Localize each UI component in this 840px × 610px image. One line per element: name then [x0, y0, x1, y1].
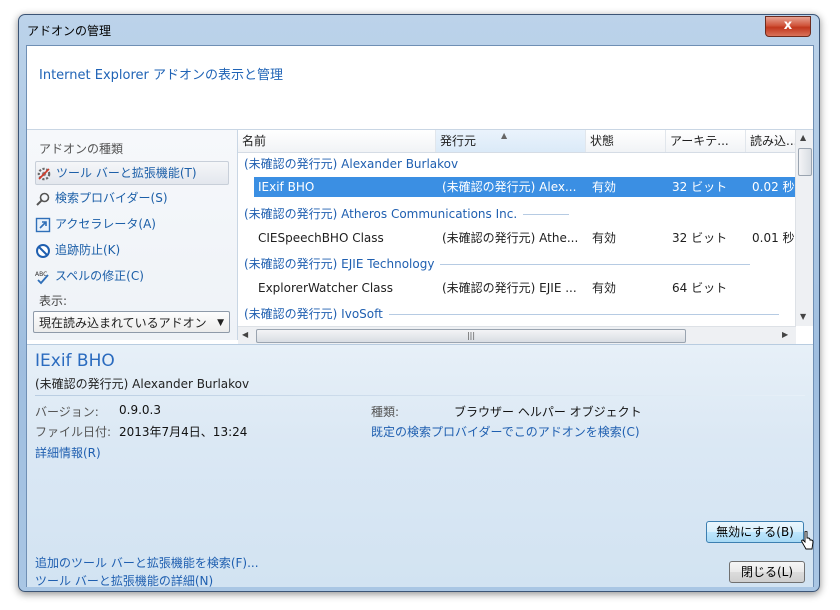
group-header: (未確認の発行元) Alexander Burlakov [244, 155, 784, 173]
cell-publisher: (未確認の発行元) Alex... [442, 180, 577, 194]
horizontal-scroll-thumb[interactable]: ||| [256, 329, 686, 343]
cell-load-time: 0.02 秒 [752, 180, 795, 194]
cell-name: ExplorerWatcher Class [258, 281, 394, 295]
table-row[interactable]: ExplorerWatcher Class (未確認の発行元) EJIE ...… [254, 278, 796, 298]
cell-architecture: 64 ビット [672, 281, 728, 295]
show-filter-value: 現在読み込まれているアドオン [39, 316, 207, 330]
cell-status: 有効 [592, 281, 617, 295]
cell-name: IExif BHO [258, 180, 315, 194]
group-label: (未確認の発行元) IvoSoft [244, 307, 383, 321]
sidebar-item-accelerators[interactable]: アクセラレータ(A) [35, 213, 231, 235]
title-bar: アドオンの管理 x [19, 15, 819, 43]
group-header: (未確認の発行元) Atheros Communications Inc. [244, 205, 570, 223]
show-label: 表示: [39, 294, 68, 308]
disable-button[interactable]: 無効にする(B) [706, 521, 804, 543]
version-value: 0.9.0.3 [119, 403, 161, 417]
cell-publisher: (未確認の発行元) Athe... [442, 231, 579, 245]
sidebar-item-toolbars-extensions[interactable]: ツール バーと拡張機能(T) [35, 161, 229, 185]
table-row[interactable]: IExif BHO (未確認の発行元) Alex... 有効 32 ビット 0.… [254, 177, 796, 197]
group-label: (未確認の発行元) EJIE Technology [244, 257, 435, 271]
scroll-up-icon[interactable]: ▲ [800, 133, 806, 142]
addon-types-heading: アドオンの種類 [39, 142, 124, 156]
addon-publisher: (未確認の発行元) Alexander Burlakov [35, 377, 250, 391]
accelerator-icon [35, 217, 51, 233]
sidebar-item-search-providers[interactable]: 検索プロバイダー(S) [35, 187, 231, 209]
list-rows: (未確認の発行元) Alexander Burlakov IExif BHO (… [238, 154, 796, 324]
sidebar-item-label: アクセラレータ(A) [55, 217, 156, 231]
addon-list: 名前 発行元 ▲ 状態 アーキテ... 読み込... (未確認の発行元) Ale… [238, 130, 813, 344]
cell-publisher: (未確認の発行元) EJIE ... [442, 281, 577, 295]
cell-load-time: 0.01 秒 [752, 231, 795, 245]
find-more-toolbars-link[interactable]: 追加のツール バーと拡張機能を検索(F)... [35, 554, 259, 571]
vertical-scrollbar[interactable]: ▲ ▼ [795, 130, 813, 326]
cell-architecture: 32 ビット [672, 180, 728, 194]
file-date-label: ファイル日付: [35, 425, 112, 439]
addon-name: IExif BHO [35, 351, 115, 371]
close-button[interactable]: 閉じる(L) [729, 561, 805, 583]
column-header-label: 発行元 [440, 134, 477, 148]
column-header-name[interactable]: 名前 [238, 130, 436, 152]
group-label: (未確認の発行元) Alexander Burlakov [244, 157, 459, 171]
type-value: ブラウザー ヘルパー オブジェクト [454, 405, 642, 419]
scroll-right-icon[interactable]: ▶ [782, 330, 788, 339]
file-date-value: 2013年7月4日、13:24 [119, 425, 248, 439]
chevron-down-icon: ▼ [217, 318, 224, 328]
sidebar-item-label: ツール バーと拡張機能(T) [56, 166, 197, 180]
vertical-scroll-thumb[interactable] [798, 148, 812, 176]
column-header-status[interactable]: 状態 [586, 130, 666, 152]
window-title: アドオンの管理 [27, 24, 112, 38]
details-pane: IExif BHO (未確認の発行元) Alexander Burlakov バ… [27, 344, 814, 589]
addon-manager-window: アドオンの管理 x Internet Explorer アドオンの表示と管理 ア… [18, 14, 820, 592]
group-header: (未確認の発行元) EJIE Technology [244, 255, 751, 273]
sidebar-item-tracking-protection[interactable]: 追跡防止(K) [35, 239, 231, 261]
horizontal-scrollbar[interactable]: ◀ ||| ▶ [238, 326, 796, 344]
sidebar-item-spelling[interactable]: ABC スペルの修正(C) [35, 265, 231, 287]
table-row[interactable]: CIESpeechBHO Class (未確認の発行元) Athe... 有効 … [254, 228, 796, 248]
spelling-icon: ABC [35, 269, 51, 285]
sidebar-item-label: 検索プロバイダー(S) [55, 191, 168, 205]
mouse-cursor-icon [801, 531, 814, 550]
search-addon-link[interactable]: 既定の検索プロバイダーでこのアドオンを検索(C) [371, 423, 640, 440]
cell-status: 有効 [592, 180, 617, 194]
show-filter-select[interactable]: 現在読み込まれているアドオン ▼ [33, 311, 230, 333]
sidebar-item-label: 追跡防止(K) [55, 243, 121, 257]
type-label: 種類: [371, 405, 400, 419]
scroll-down-icon[interactable]: ▼ [800, 312, 806, 321]
column-header-row: 名前 発行元 ▲ 状態 アーキテ... 読み込... [238, 130, 796, 153]
details-divider [35, 395, 805, 396]
learn-more-toolbars-link[interactable]: ツール バーと拡張機能の詳細(N) [35, 572, 213, 589]
tracking-protection-icon [35, 243, 51, 259]
header-title: Internet Explorer アドオンの表示と管理 [39, 68, 284, 83]
cell-architecture: 32 ビット [672, 231, 728, 245]
search-icon [35, 191, 51, 207]
column-header-architecture[interactable]: アーキテ... [666, 130, 746, 152]
cell-name: CIESpeechBHO Class [258, 231, 384, 245]
column-header-load-time[interactable]: 読み込... [746, 130, 796, 152]
more-info-link[interactable]: 詳細情報(R) [35, 444, 101, 461]
gear-icon [36, 166, 52, 182]
client-area: Internet Explorer アドオンの表示と管理 アドオンの種類 ツール… [26, 45, 814, 589]
sidebar-item-label: スペルの修正(C) [55, 269, 144, 283]
cell-status: 有効 [592, 231, 617, 245]
group-header: (未確認の発行元) IvoSoft [244, 305, 779, 323]
column-header-publisher[interactable]: 発行元 ▲ [436, 130, 586, 152]
sort-up-icon: ▲ [501, 131, 508, 140]
group-label: (未確認の発行元) Atheros Communications Inc. [244, 207, 518, 221]
close-window-button[interactable]: x [765, 16, 811, 37]
addon-types-sidebar: アドオンの種類 ツール バーと拡張機能(T) 検索プロバイダー(S) アクセラレ… [27, 130, 238, 340]
scroll-left-icon[interactable]: ◀ [242, 330, 248, 339]
header-band: Internet Explorer アドオンの表示と管理 [27, 46, 813, 130]
version-label: バージョン: [35, 405, 99, 419]
